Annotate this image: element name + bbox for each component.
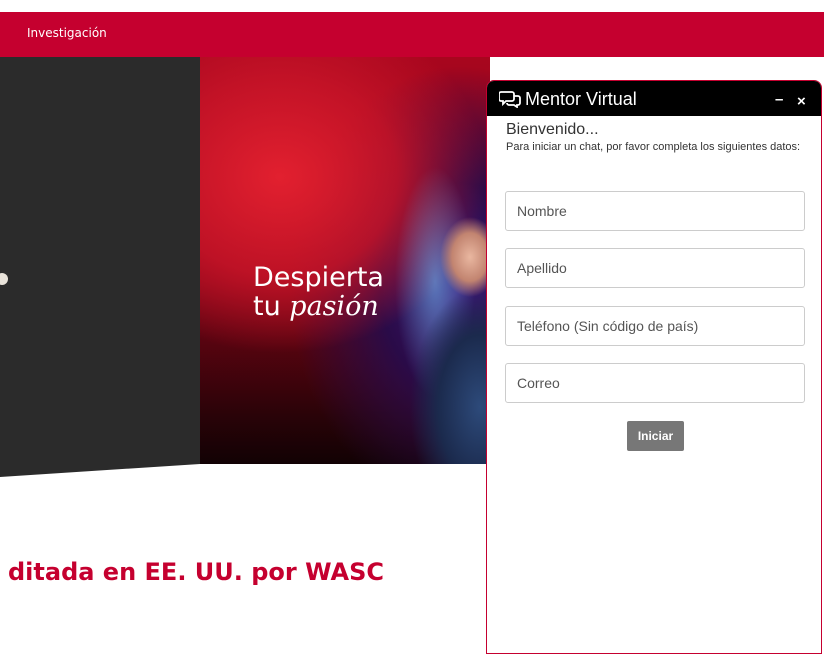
minimize-icon[interactable]: – [775, 91, 783, 108]
first-name-input[interactable] [505, 191, 805, 231]
top-strip [0, 0, 824, 12]
hero-banner: Despierta tu pasión [200, 57, 490, 464]
carousel-dot[interactable] [0, 273, 8, 285]
start-chat-button[interactable]: Iniciar [627, 421, 684, 451]
chat-welcome: Bienvenido... [506, 121, 599, 138]
hero-title-prefix: tu [253, 291, 290, 322]
dark-side-panel [0, 57, 200, 477]
nav-link-investigacion[interactable]: Investigación [27, 26, 107, 40]
phone-input[interactable] [505, 306, 805, 346]
hero-title-italic: pasión [289, 291, 379, 322]
last-name-input[interactable] [505, 248, 805, 288]
chat-instructions: Para iniciar un chat, por favor completa… [506, 141, 801, 153]
accreditation-headline: ditada en EE. UU. por WASC [8, 558, 384, 586]
chat-bubbles-icon [499, 91, 521, 108]
hero-title-line2: tu pasión [253, 293, 379, 320]
close-icon[interactable]: × [797, 93, 806, 110]
chat-title: Mentor Virtual [525, 89, 637, 109]
chat-header: Mentor Virtual – × [487, 81, 821, 116]
top-navbar: Investigación [0, 12, 824, 57]
hero-image [410, 187, 490, 464]
hero-title-line1: Despierta [253, 262, 384, 293]
email-input[interactable] [505, 363, 805, 403]
chat-widget: Mentor Virtual – × Bienvenido... Para in… [486, 80, 822, 654]
